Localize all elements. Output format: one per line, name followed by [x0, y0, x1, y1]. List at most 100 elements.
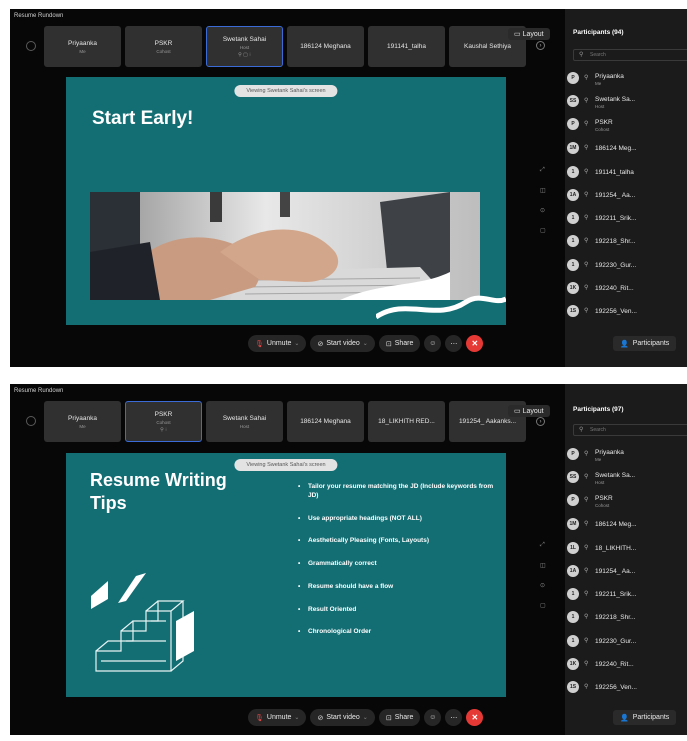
tile-role: Cohost [156, 419, 171, 425]
participant-row[interactable]: 1K ⚲ 192240_Rit... [567, 653, 685, 675]
tile-name: Swetank Sahai [222, 414, 267, 422]
start-video-label: Start video [326, 714, 360, 721]
participant-row[interactable]: 1M ⚲ 186124 Meg... [567, 137, 685, 159]
unmute-button[interactable]: 🎙 Unmute ⌄ [248, 709, 307, 726]
participants-button[interactable]: 👤 Participants [613, 710, 677, 725]
video-tile-active[interactable]: Swetank Sahai Host ⚲ ▢ ⁝ [206, 26, 283, 67]
unmute-button[interactable]: 🎙 Unmute ⌄ [248, 335, 307, 352]
video-tile[interactable]: Priyaanka Me [44, 26, 121, 67]
participant-row[interactable]: 1 ⚲ 192211_Srik... [567, 207, 685, 229]
microphone-muted-icon: ⚲ [584, 497, 589, 503]
participant-row[interactable]: 1K ⚲ 192240_Rit... [567, 277, 685, 299]
participant-row[interactable]: P ⚲ PSKR Cohost [567, 489, 685, 511]
share-button[interactable]: ⊡ Share [378, 709, 421, 726]
reactions-button[interactable]: ☺ [424, 335, 442, 352]
video-off-icon: ⊘ [317, 340, 324, 348]
chevron-right-icon[interactable]: › [536, 41, 545, 50]
video-tile[interactable]: 191141_talha [368, 26, 445, 67]
video-tile[interactable]: 186124 Meghana [287, 401, 364, 442]
microphone-muted-icon: ⚲ [584, 98, 589, 104]
participant-row[interactable]: P ⚲ Priyaanka Me [567, 67, 685, 89]
video-tile[interactable]: PSKR Cohost [125, 26, 202, 67]
share-button[interactable]: ⊡ Share [378, 335, 421, 352]
microphone-muted-icon: ⚲ [584, 521, 589, 527]
search-input[interactable]: ⚲ Search [573, 49, 687, 61]
expand-icon[interactable]: ⤢ [540, 542, 545, 549]
expand-icon[interactable]: ⤢ [540, 167, 545, 174]
participant-row[interactable]: 1A ⚲ 191254_ Aa... [567, 184, 685, 206]
share-label: Share [394, 340, 414, 347]
participant-row[interactable]: 1 ⚲ 192211_Srik... [567, 583, 685, 605]
microphone-muted-icon: ⚲ [584, 285, 589, 291]
microphone-muted-icon: ⚲ [584, 614, 589, 620]
participants-header: Participants (97) [573, 406, 624, 413]
video-tile[interactable]: Priyaanka Me [44, 401, 121, 442]
participant-row[interactable]: 1 ⚲ 192230_Gur... [567, 254, 685, 276]
zoom-icon[interactable]: ⊙ [540, 207, 545, 214]
participant-name: 191141_talha [595, 169, 634, 176]
video-tile[interactable]: 18_LIKHITH RED... [368, 401, 445, 442]
reactions-button[interactable]: ☺ [424, 709, 442, 726]
tool-icon[interactable]: ◫ [540, 562, 546, 569]
meeting-title: Resume Rundown [14, 13, 64, 19]
video-tile-active[interactable]: PSKR Cohost ⚲ ⁝ [125, 401, 202, 442]
start-video-button[interactable]: ⊘ Start video ⌄ [310, 709, 375, 726]
microphone-muted-icon: ⚲ [584, 451, 589, 457]
layout-button[interactable]: ▭ Layout [508, 405, 550, 417]
reactions-icon: ☺ [429, 340, 437, 347]
participant-row[interactable]: P ⚲ PSKR Cohost [567, 113, 685, 135]
participant-row[interactable]: 1L ⚲ 18_LIKHITH... [567, 537, 685, 559]
reactions-icon: ☺ [429, 714, 437, 721]
more-icon: ⋯ [450, 340, 458, 348]
fit-icon[interactable]: ▢ [540, 602, 546, 609]
fit-icon[interactable]: ▢ [540, 227, 546, 234]
participant-role: Cohost [595, 503, 610, 508]
participant-name: 192240_Rit... [595, 285, 634, 292]
participant-row[interactable]: 1 ⚲ 192218_Shr... [567, 606, 685, 628]
leave-button[interactable]: ✕ [466, 709, 484, 726]
participant-row[interactable]: 1 ⚲ 192230_Gur... [567, 630, 685, 652]
tip-item: Result Oriented [298, 606, 498, 615]
settings-icon[interactable] [26, 416, 36, 426]
chevron-right-icon[interactable]: › [536, 417, 545, 426]
avatar: 1A [567, 189, 579, 201]
search-placeholder: Search [590, 427, 606, 433]
participant-row[interactable]: 1S ⚲ 192256_Ven... [567, 676, 685, 698]
participants-button[interactable]: 👤 Participants [613, 336, 677, 351]
zoom-icon[interactable]: ⊙ [540, 582, 545, 589]
avatar: 1M [567, 518, 579, 530]
chevron-down-icon[interactable]: ⌄ [294, 714, 299, 721]
start-video-button[interactable]: ⊘ Start video ⌄ [310, 335, 375, 352]
tip-item: Grammatically correct [298, 560, 498, 569]
more-button[interactable]: ⋯ [445, 335, 463, 352]
participant-row[interactable]: 1 ⚲ 192218_Shr... [567, 230, 685, 252]
search-input[interactable]: ⚲ Search [573, 424, 687, 436]
layout-button[interactable]: ▭ Layout [508, 28, 550, 40]
chevron-down-icon[interactable]: ⌄ [294, 340, 299, 347]
microphone-muted-icon: ⚲ [584, 262, 589, 268]
chevron-down-icon[interactable]: ⌄ [363, 340, 368, 347]
more-icon: ⋯ [450, 714, 458, 722]
microphone-muted-icon: ⚲ [584, 308, 589, 314]
participant-row[interactable]: P ⚲ Priyaanka Me [567, 443, 685, 465]
participant-row[interactable]: 1 ⚲ 191141_talha [567, 161, 685, 183]
video-tile[interactable]: 186124 Meghana [287, 26, 364, 67]
participant-row[interactable]: 1M ⚲ 186124 Meg... [567, 513, 685, 535]
chevron-down-icon[interactable]: ⌄ [363, 714, 368, 721]
video-tile[interactable]: Swetank Sahai Host [206, 401, 283, 442]
avatar: P [567, 494, 579, 506]
settings-icon[interactable] [26, 41, 36, 51]
tip-item: Tailor your resume matching the JD (Incl… [298, 483, 498, 501]
tool-icon[interactable]: ◫ [540, 187, 546, 194]
leave-button[interactable]: ✕ [466, 335, 484, 352]
avatar: 1S [567, 305, 579, 317]
slide-title: Resume Writing Tips [90, 469, 227, 516]
microphone-muted-icon: ⚲ [584, 568, 589, 574]
meeting-screenshot-bottom: Resume Rundown Priyaanka Me PSKR Cohost … [10, 384, 687, 735]
participant-row[interactable]: SS ⚲ Swetank Sa... Host [567, 466, 685, 488]
participant-row[interactable]: SS ⚲ Swetank Sa... Host [567, 90, 685, 112]
participant-row[interactable]: 1S ⚲ 192256_Ven... [567, 300, 685, 322]
more-button[interactable]: ⋯ [445, 709, 463, 726]
participant-row[interactable]: 1A ⚲ 191254_ Aa... [567, 560, 685, 582]
search-placeholder: Search [590, 52, 606, 58]
